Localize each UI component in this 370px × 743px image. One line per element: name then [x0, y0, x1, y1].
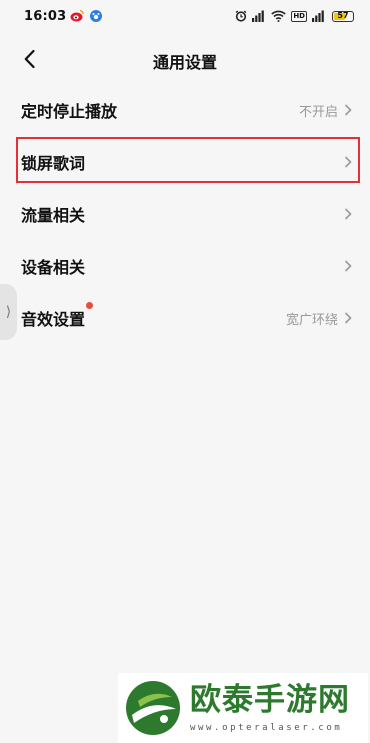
setting-label: 音效设置 — [21, 302, 94, 330]
alarm-icon — [235, 10, 247, 22]
chevron-right-icon — [344, 208, 352, 220]
setting-device[interactable]: 设备相关 — [0, 240, 370, 292]
site-logo-icon — [126, 681, 180, 735]
setting-label: 锁屏歌词 — [21, 154, 86, 173]
battery-level: 57 — [337, 11, 349, 20]
settings-list: 定时停止播放 不开启 锁屏歌词 流量相关 设备相关 音效设置 宽广环绕 — [0, 84, 370, 344]
signal-icon — [252, 10, 265, 22]
watermark-url: www.opteralaser.com — [190, 723, 343, 733]
chevron-left-icon: ⟩ — [5, 304, 12, 320]
setting-right — [344, 260, 352, 272]
baidu-paw-icon — [90, 10, 102, 22]
weibo-icon — [70, 9, 84, 22]
setting-right: 不开启 — [299, 101, 352, 120]
watermark-name: 欧泰手游网 — [190, 682, 350, 718]
cell-signal-icon — [312, 10, 324, 22]
header-bar: 通用设置 — [0, 36, 370, 82]
setting-label-text: 音效设置 — [21, 310, 86, 329]
setting-label: 设备相关 — [21, 258, 86, 277]
setting-value: 不开启 — [298, 104, 338, 120]
page-title: 通用设置 — [152, 53, 217, 72]
notification-dot — [86, 302, 94, 309]
chevron-right-icon — [344, 260, 352, 272]
side-drawer-handle[interactable]: ⟩ — [0, 284, 17, 340]
chevron-right-icon — [344, 312, 352, 324]
system-icons: HD 57 — [235, 8, 354, 24]
setting-sound-effects[interactable]: 音效设置 宽广环绕 — [0, 292, 370, 344]
setting-right — [344, 208, 352, 220]
chevron-right-icon — [344, 104, 352, 116]
status-bar: 16:03 HD 57 — [0, 0, 370, 32]
setting-right: 宽广环绕 — [286, 309, 352, 328]
battery-indicator: 57 — [332, 10, 354, 22]
status-time: 16:03 — [24, 9, 67, 24]
setting-lockscreen-lyrics[interactable]: 锁屏歌词 — [0, 136, 370, 188]
setting-label: 流量相关 — [21, 206, 86, 225]
hd-icon: HD — [291, 10, 307, 22]
chevron-right-icon — [344, 156, 352, 168]
setting-right — [344, 156, 352, 168]
setting-value: 宽广环绕 — [285, 312, 338, 328]
watermark: 欧泰手游网 www.opteralaser.com — [118, 673, 368, 743]
setting-data-usage[interactable]: 流量相关 — [0, 188, 370, 240]
setting-label: 定时停止播放 — [21, 102, 118, 121]
wifi-icon — [271, 10, 287, 22]
setting-timer-stop[interactable]: 定时停止播放 不开启 — [0, 84, 370, 136]
